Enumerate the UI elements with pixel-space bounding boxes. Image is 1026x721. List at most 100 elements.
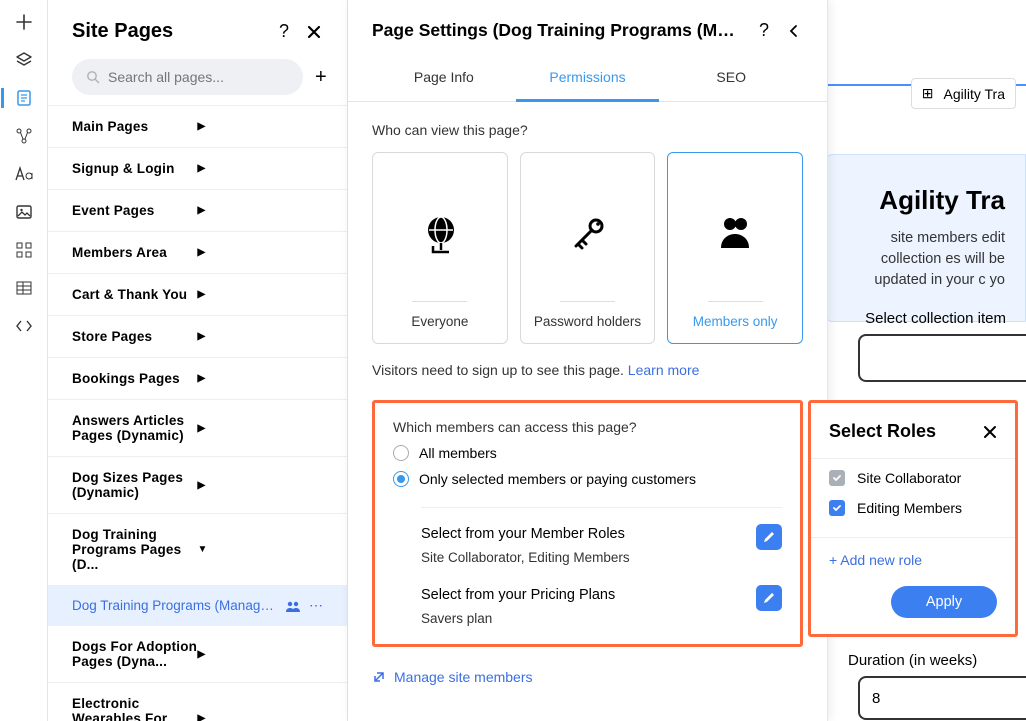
chevron-right-icon: ▶ — [198, 121, 324, 132]
select-collection-label: Select collection item — [865, 310, 1006, 327]
who-can-view-label: Who can view this page? — [372, 122, 803, 138]
manage-site-members-link[interactable]: Manage site members — [372, 669, 803, 685]
help-icon[interactable]: ? — [275, 23, 293, 41]
duration-input[interactable]: 8 — [858, 676, 1026, 720]
member-icon — [715, 167, 755, 301]
layers-icon[interactable] — [14, 50, 34, 70]
view-option-label: Members only — [693, 314, 778, 329]
page-category[interactable]: Members Area▶ — [48, 232, 347, 274]
search-row: + — [48, 59, 347, 105]
pages-icon[interactable] — [1, 88, 34, 108]
duration-label: Duration (in weeks) — [848, 652, 1026, 669]
page-category[interactable]: Dogs For Adoption Pages (Dyna...▶ — [48, 626, 347, 683]
toolbar-label: Agility Tra — [944, 86, 1005, 102]
settings-tabs: Page Info Permissions SEO — [348, 55, 827, 102]
preview-title: Agility Tra — [857, 185, 1005, 216]
view-option-everyone[interactable]: Everyone — [372, 152, 508, 344]
add-icon[interactable] — [14, 12, 34, 32]
page-category[interactable]: Main Pages▶ — [48, 106, 347, 148]
font-icon[interactable] — [14, 164, 34, 184]
preview-text: site members edit collection es will be … — [857, 228, 1005, 291]
view-option-members[interactable]: Members only — [667, 152, 803, 344]
globe-icon — [419, 167, 461, 301]
grid-icon: ⊞ — [922, 85, 934, 102]
roles-title: Select Roles — [829, 421, 983, 442]
page-category[interactable]: Bookings Pages▶ — [48, 358, 347, 400]
page-category[interactable]: Answers Articles Pages (Dynamic)▶ — [48, 400, 347, 457]
role-row[interactable]: Editing Members — [829, 493, 997, 523]
members-icon — [285, 600, 301, 612]
pricing-plans-value: Savers plan — [421, 611, 746, 626]
radio-all-members[interactable]: All members — [393, 445, 782, 461]
view-option-password[interactable]: Password holders — [520, 152, 656, 344]
chevron-right-icon: ▶ — [198, 247, 324, 258]
more-icon[interactable]: ⋯ — [309, 597, 323, 614]
radio-selected-members[interactable]: Only selected members or paying customer… — [393, 471, 782, 487]
select-collection-dropdown[interactable] — [858, 334, 1026, 382]
page-settings-panel: Page Settings (Dog Training Programs (Ma… — [348, 0, 828, 721]
radio-icon-checked — [393, 471, 409, 487]
role-row[interactable]: Site Collaborator — [829, 463, 997, 493]
member-roles-value: Site Collaborator, Editing Members — [421, 550, 746, 565]
radio-icon — [393, 445, 409, 461]
add-page-button[interactable]: + — [315, 66, 327, 89]
select-roles-popover: Select Roles Site CollaboratorEditing Me… — [808, 400, 1018, 637]
external-link-icon — [372, 670, 386, 684]
learn-more-link[interactable]: Learn more — [628, 362, 700, 378]
apps-icon[interactable] — [14, 240, 34, 260]
signup-note: Visitors need to sign up to see this pag… — [372, 362, 803, 378]
apply-button[interactable]: Apply — [891, 586, 997, 618]
tab-permissions[interactable]: Permissions — [516, 55, 660, 102]
chevron-right-icon: ▶ — [198, 331, 324, 342]
roles-list: Site CollaboratorEditing Members — [811, 458, 1015, 538]
chevron-right-icon: ▶ — [198, 423, 324, 434]
checkbox-locked-icon — [829, 470, 845, 486]
site-pages-panel: Site Pages ? + Main Pages▶Signup & Login… — [48, 0, 348, 721]
chevron-right-icon: ▶ — [198, 205, 324, 216]
close-icon[interactable] — [305, 23, 323, 41]
page-category[interactable]: Signup & Login▶ — [48, 148, 347, 190]
settings-body: Who can view this page? Everyone Passwor… — [348, 102, 827, 713]
page-sub-item[interactable]: Dog Training Programs (Manage ...⋯ — [48, 586, 347, 626]
chevron-right-icon: ▶ — [198, 713, 324, 721]
canvas-element-toolbar[interactable]: ⊞ Agility Tra — [911, 78, 1016, 109]
roles-header: Select Roles — [811, 403, 1015, 458]
site-pages-header: Site Pages ? — [48, 0, 347, 59]
page-category[interactable]: Store Pages▶ — [48, 316, 347, 358]
add-new-role-link[interactable]: + Add new role — [811, 538, 1015, 582]
search-input-wrap[interactable] — [72, 59, 303, 95]
pages-list: Main Pages▶Signup & Login▶Event Pages▶Me… — [48, 105, 347, 721]
site-pages-title: Site Pages — [72, 20, 263, 43]
image-icon[interactable] — [14, 202, 34, 222]
edit-pricing-plans-button[interactable] — [756, 585, 782, 611]
table-icon[interactable] — [14, 278, 34, 298]
view-option-label: Everyone — [411, 314, 468, 329]
key-icon — [568, 167, 608, 301]
checkbox-checked-icon — [829, 500, 845, 516]
code-icon[interactable] — [14, 316, 34, 336]
page-category[interactable]: Electronic Wearables For Sale P...▶ — [48, 683, 347, 721]
close-icon[interactable] — [983, 425, 997, 439]
chevron-down-icon: ▼ — [198, 544, 324, 555]
chevron-right-icon: ▶ — [198, 480, 324, 491]
tab-seo[interactable]: SEO — [659, 55, 803, 101]
which-members-label: Which members can access this page? — [393, 419, 782, 435]
nodes-icon[interactable] — [14, 126, 34, 146]
help-icon[interactable]: ? — [755, 22, 773, 40]
left-icon-rail — [0, 0, 48, 721]
view-option-label: Password holders — [534, 314, 641, 329]
chevron-right-icon: ▶ — [198, 373, 324, 384]
tab-page-info[interactable]: Page Info — [372, 55, 516, 101]
members-access-section: Which members can access this page? All … — [372, 400, 803, 647]
page-category[interactable]: Dog Training Programs Pages (D...▼ — [48, 514, 347, 586]
page-category[interactable]: Dog Sizes Pages (Dynamic)▶ — [48, 457, 347, 514]
page-category[interactable]: Cart & Thank You▶ — [48, 274, 347, 316]
back-icon[interactable] — [785, 22, 803, 40]
search-input[interactable] — [108, 69, 289, 85]
page-category[interactable]: Event Pages▶ — [48, 190, 347, 232]
settings-header: Page Settings (Dog Training Programs (Ma… — [348, 0, 827, 55]
edit-member-roles-button[interactable] — [756, 524, 782, 550]
chevron-right-icon: ▶ — [198, 649, 324, 660]
canvas-preview-banner: Agility Tra site members edit collection… — [826, 154, 1026, 322]
view-option-cards: Everyone Password holders Members only — [372, 152, 803, 344]
